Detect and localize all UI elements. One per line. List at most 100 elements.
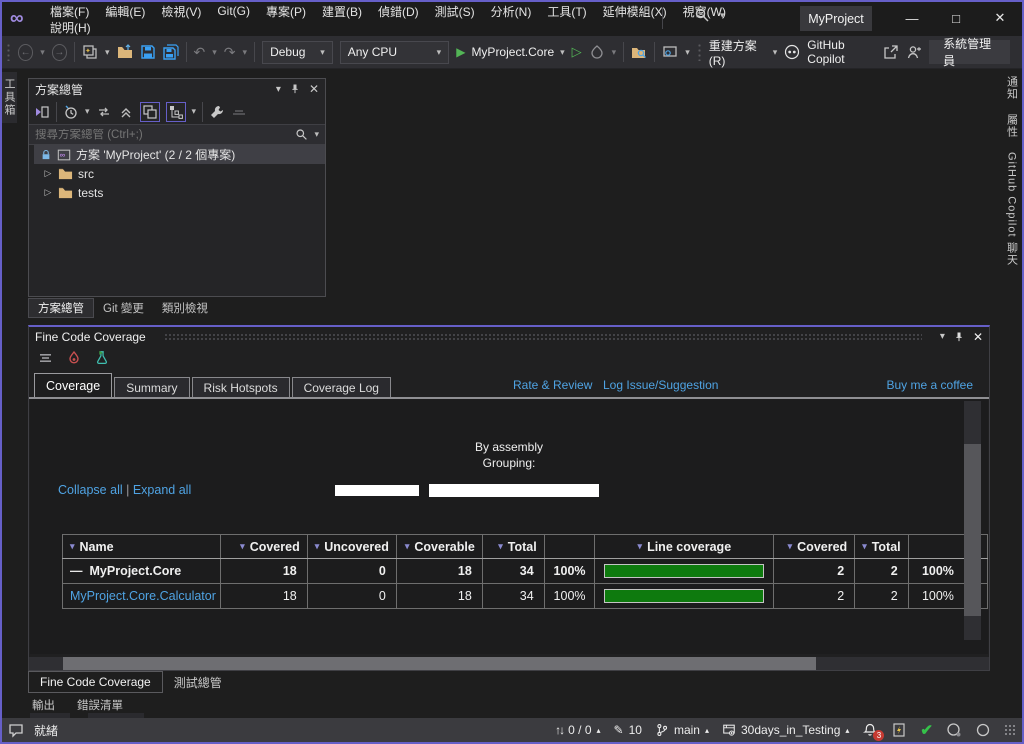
close-panel-icon[interactable]: ✕ — [973, 330, 983, 344]
overflow-caret-icon[interactable]: ▾ — [685, 47, 690, 58]
sidebar-tab-properties[interactable]: 屬性 — [1004, 114, 1020, 138]
chevron-right-icon[interactable]: ▷ — [43, 187, 53, 198]
close-panel-icon[interactable]: ✕ — [309, 82, 319, 96]
menu-git[interactable]: Git(G) — [209, 3, 258, 19]
pending-changes-filter-icon[interactable] — [63, 104, 79, 120]
menu-help[interactable]: 說明(H) — [42, 18, 99, 37]
column-header-branch-covered[interactable]: ▾ Covered — [775, 540, 854, 554]
column-header-total[interactable]: ▾ Total — [483, 540, 543, 554]
menu-tools[interactable]: 工具(T) — [539, 2, 594, 21]
send-feedback-icon[interactable] — [891, 722, 907, 738]
new-project-icon[interactable]: ✦ — [82, 44, 98, 60]
solution-configuration-dropdown[interactable]: Debug ▾ — [262, 40, 333, 64]
new-project-caret-icon[interactable]: ▾ — [105, 47, 110, 58]
column-header-branch-total[interactable]: ▾ Total — [856, 540, 907, 554]
feedback-chat-icon[interactable] — [8, 722, 24, 738]
undo-caret-icon[interactable]: ▾ — [212, 47, 217, 58]
panel-drag-texture[interactable] — [163, 332, 922, 341]
menu-debug[interactable]: 偵錯(D) — [370, 2, 427, 21]
find-in-files-icon[interactable] — [631, 44, 647, 60]
menu-build[interactable]: 建置(B) — [314, 2, 370, 21]
redo-caret-icon[interactable]: ▾ — [243, 47, 248, 58]
vertical-scrollbar-thumb[interactable] — [964, 444, 981, 617]
run-coverage-flask-icon[interactable] — [94, 350, 110, 366]
save-icon[interactable] — [140, 44, 156, 60]
rebuild-solution-button[interactable]: 重建方案(R) — [709, 37, 766, 68]
tree-folder-src[interactable]: ▷ src — [29, 164, 325, 183]
sidebar-tab-toolbox[interactable]: 工具箱 — [2, 72, 17, 123]
open-folder-icon[interactable] — [117, 44, 133, 60]
menu-test[interactable]: 測試(S) — [427, 2, 483, 21]
toolbar-grip[interactable] — [696, 43, 702, 61]
horizontal-scrollbar[interactable] — [29, 657, 989, 670]
column-header-line-coverage[interactable]: ▾ Line coverage — [596, 540, 773, 554]
collapse-all-icon[interactable] — [118, 104, 134, 120]
github-copilot-label[interactable]: GitHub Copilot — [807, 38, 876, 66]
maximize-button[interactable]: □ — [934, 2, 978, 34]
tab-error-list[interactable]: 錯誤清單 — [77, 697, 123, 713]
solution-node[interactable]: ∞ 方案 'MyProject' (2 / 2 個專案) — [34, 145, 325, 164]
risk-hotspots-icon[interactable] — [66, 350, 82, 366]
project-search-box[interactable]: MyProject — [800, 6, 872, 31]
sidebar-tab-notifications[interactable]: 通知 — [1004, 76, 1020, 100]
class-name-link[interactable]: MyProject.Core.Calculator — [63, 589, 216, 603]
resize-grip[interactable] — [1004, 724, 1016, 736]
tab-test-explorer[interactable]: 測試總管 — [163, 671, 233, 693]
nested-view-toggle[interactable] — [165, 101, 186, 122]
buy-coffee-link[interactable]: Buy me a coffee — [887, 378, 974, 392]
rate-review-link[interactable]: Rate & Review — [513, 378, 592, 392]
tab-coverage-log[interactable]: Coverage Log — [291, 377, 391, 398]
properties-wrench-icon[interactable] — [209, 104, 225, 120]
column-header-covered[interactable]: ▾ Covered — [221, 540, 306, 554]
collapse-row-icon[interactable]: — — [70, 564, 83, 578]
window-position-caret-icon[interactable]: ▾ — [940, 331, 945, 342]
sync-with-active-document-icon[interactable] — [96, 104, 112, 120]
tab-fine-code-coverage[interactable]: Fine Code Coverage — [28, 671, 163, 693]
tab-solution-explorer[interactable]: 方案總管 — [28, 298, 94, 318]
column-header-name[interactable]: ▾ Name — [63, 540, 219, 554]
preview-icon[interactable] — [231, 104, 247, 120]
switch-views-icon[interactable] — [34, 104, 50, 120]
branch-status[interactable]: main ▴ — [655, 723, 709, 737]
tab-class-view[interactable]: 類別檢視 — [153, 298, 217, 318]
solution-search-box[interactable]: ▾ — [29, 124, 325, 145]
solution-platform-dropdown[interactable]: Any CPU ▾ — [339, 40, 450, 64]
repository-status[interactable]: 30days_in_Testing ▴ — [722, 723, 849, 737]
column-header-coverable[interactable]: ▾ Coverable — [397, 540, 481, 554]
save-all-icon[interactable] — [162, 44, 179, 60]
minimize-button[interactable]: — — [890, 2, 934, 34]
solution-search-input[interactable] — [35, 128, 290, 141]
start-without-debugging-icon[interactable]: ▷ — [572, 44, 582, 60]
menu-project[interactable]: 專案(P) — [258, 2, 314, 21]
status-circle-icon[interactable] — [975, 722, 991, 738]
attach-process-icon[interactable] — [662, 44, 678, 60]
navigate-back-caret-icon[interactable]: ▾ — [40, 47, 45, 58]
tab-summary[interactable]: Summary — [114, 377, 190, 398]
menu-analyze[interactable]: 分析(N) — [483, 2, 540, 21]
tab-output[interactable]: 輸出 — [32, 697, 55, 713]
menu-edit[interactable]: 編輯(E) — [97, 2, 153, 21]
search-button[interactable]: ▾ — [694, 7, 725, 23]
pin-icon[interactable] — [289, 83, 301, 95]
health-check-icon[interactable]: ✔ — [920, 721, 933, 739]
toolbar-grip[interactable] — [6, 43, 11, 61]
undo-icon[interactable]: ↶ — [194, 44, 206, 61]
show-all-files-toggle[interactable] — [139, 101, 160, 122]
start-debugging-button[interactable]: ▶ MyProject.Core ▾ — [456, 45, 564, 59]
log-issue-link[interactable]: Log Issue/Suggestion — [603, 378, 718, 392]
expand-all-link[interactable]: Expand all — [133, 483, 191, 497]
rebuild-overflow-caret-icon[interactable]: ▾ — [773, 47, 778, 58]
menu-view[interactable]: 檢視(V) — [153, 2, 209, 21]
collapse-all-link[interactable]: Collapse all — [58, 483, 123, 497]
grouping-dropdown-wide[interactable] — [429, 484, 599, 497]
hot-reload-caret-icon[interactable]: ▾ — [612, 47, 617, 58]
pending-edits-status[interactable]: ✎ 10 — [614, 723, 642, 737]
tree-folder-tests[interactable]: ▷ tests — [29, 183, 325, 202]
share-icon[interactable] — [883, 44, 899, 60]
notifications-button[interactable]: 3 — [862, 722, 885, 741]
nested-view-caret-icon[interactable]: ▾ — [192, 106, 197, 117]
profile-icon[interactable] — [906, 44, 922, 60]
column-header-uncovered[interactable]: ▾ Uncovered — [308, 540, 395, 554]
output-lines-icon[interactable] — [38, 350, 54, 366]
tab-git-changes[interactable]: Git 變更 — [94, 298, 153, 318]
